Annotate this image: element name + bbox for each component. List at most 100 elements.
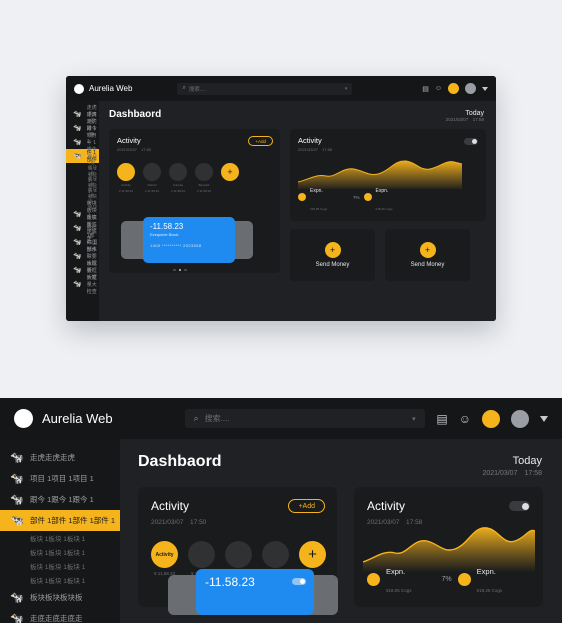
today-datetime: 2021/03/07 17:58	[482, 470, 542, 477]
avatar-item[interactable]: Annette ¥ 11,58.23	[169, 163, 187, 193]
activity-datetime: 2021/03/07 17:50	[117, 147, 152, 152]
search-input[interactable]: ⌕ 搜索.... ▾	[177, 82, 353, 95]
cow-icon: 🐄	[73, 125, 82, 132]
avatar-grey[interactable]	[511, 409, 529, 428]
sidebar-item-label: 板块 1板块 1板块 1	[30, 536, 86, 543]
circle-logo-icon	[74, 83, 84, 94]
chart-card: Activity 2021/03/07 17:58 Expn. ¥18,05 Co…	[290, 129, 486, 221]
cow-icon: 🐄	[73, 239, 82, 246]
sidebar-item-0[interactable]: 🐄 走虎走虎走虎	[0, 447, 120, 468]
sidebar-item-3[interactable]: 🐄 部件 1部件 1部件 1部件 1	[0, 510, 120, 531]
activity-card: Activity 2021/03/07 17:50 +Add Activity ¥…	[109, 129, 280, 273]
preview-topbar-actions: ▤ ☺	[422, 83, 488, 94]
send-money-button-2[interactable]: + Send Money	[385, 229, 470, 281]
sidebar-item-4[interactable]: 板块 1板块 1板块 1	[0, 531, 120, 545]
caret-down-icon[interactable]	[540, 415, 548, 422]
avatar-item[interactable]: Bernard ¥ 11,58.23	[195, 163, 213, 193]
send-money-button-1[interactable]: + Send Money	[290, 229, 375, 281]
add-button[interactable]: +Add	[288, 499, 325, 513]
pager[interactable]	[173, 268, 187, 271]
legend-dot-icon	[367, 572, 380, 586]
detail-main: Dashbaord Today 2021/03/07 17:58 Activit…	[120, 439, 562, 623]
chart-stats: Expn. ¥18,05 Cogs 7% Expn. ¥18,26 Cogs	[367, 561, 502, 597]
sidebar-item-13[interactable]: 🐄 大变量大检查	[66, 275, 99, 295]
preview-main: Dashbaord Today 2021/03/07 17:58 Activit…	[99, 101, 496, 321]
detail-sidebar: 🐄 走虎走虎走虎 🐄 项目 1项目 1项目 1 🐄 跟今 1跟今 1跟今 1 🐄 部件 …	[0, 439, 120, 623]
cow-icon: 🐄	[73, 153, 82, 160]
stat-label: Expn.	[476, 567, 496, 576]
cow-icon: 🐄	[73, 111, 82, 118]
card-widget[interactable]: -11.58.23 Ezequiele Black 1400 *********…	[121, 217, 253, 263]
calculator-icon[interactable]: ▤	[422, 85, 429, 93]
stat-sub: ¥18,05 Cogs	[386, 588, 412, 593]
sidebar-item-label: 大变量大检查	[86, 274, 97, 295]
chevron-down-icon[interactable]: ▾	[345, 86, 348, 92]
plus-icon[interactable]: +	[221, 163, 239, 181]
sidebar-item-6[interactable]: 板块 1板块 1板块 1	[0, 559, 120, 573]
pager-dot[interactable]	[173, 268, 176, 271]
help-circle-icon[interactable]: ☺	[459, 412, 471, 426]
cow-icon: 🐄	[73, 267, 82, 274]
app-name: Aurelia Web	[42, 411, 113, 426]
stat-percent: 7%	[441, 575, 452, 583]
pager-dot[interactable]	[184, 268, 187, 271]
add-button[interactable]: +Add	[248, 136, 273, 146]
sidebar-item-label: 板块板块板块板	[30, 593, 83, 602]
sidebar-item-9[interactable]: 🐄 走底走底走底走	[0, 608, 120, 623]
toggle-switch-on[interactable]	[292, 578, 306, 585]
sidebar-item-8[interactable]: 🐄 板块板块板块板	[0, 587, 120, 608]
detail-window: Aurelia Web ⌕ 搜索.... ▾ ▤ ☺ 🐄 走虎走虎走虎 🐄 项目 1…	[0, 398, 562, 623]
avatar-grey[interactable]	[465, 83, 476, 94]
sidebar-item-1[interactable]: 🐄 项目 1项目 1项目 1	[0, 468, 120, 489]
send-money-label: Send Money	[315, 262, 350, 268]
search-input[interactable]: ⌕ 搜索.... ▾	[184, 409, 425, 428]
chart-card: Activity 2021/03/07 17:58 Expn. ¥18,05 Co…	[354, 487, 543, 607]
legend-dot-icon	[457, 572, 471, 586]
avatar-yellow[interactable]	[448, 83, 459, 94]
toggle-switch-off[interactable]	[509, 501, 530, 511]
pager-dot-active[interactable]	[178, 268, 181, 271]
sidebar-item-label: 板块 1板块 1板块 1	[30, 578, 86, 585]
stat-item: Expn. ¥18,05 Cogs	[367, 561, 412, 597]
preview-topbar: Aurelia Web ⌕ 搜索.... ▾ ▤ ☺	[66, 76, 496, 101]
avatar-label: Darrell	[147, 183, 157, 187]
caret-down-icon[interactable]	[482, 86, 488, 91]
card-holder: Ezequiele Black	[150, 232, 179, 237]
sidebar-item-label: 走底走底走底走	[30, 614, 83, 623]
card-widget[interactable]: -11.58.23	[168, 569, 338, 615]
avatar-item[interactable]: +	[221, 163, 239, 181]
preview-card-row: Activity 2021/03/07 17:50 +Add Activity ¥…	[109, 129, 486, 281]
avatar-item[interactable]: Darrell ¥ 11,58.23	[143, 163, 161, 193]
avatar-amount: ¥ 11,58.23	[171, 189, 185, 193]
circle-logo-icon	[14, 409, 33, 428]
chevron-down-icon[interactable]: ▾	[412, 415, 416, 423]
avatar-label: Bernard	[198, 183, 210, 187]
avatar-label: Activity	[121, 183, 131, 187]
sidebar-item-2[interactable]: 🐄 跟今 1跟今 1跟今 1	[0, 489, 120, 510]
plus-icon: +	[419, 242, 436, 258]
today-block[interactable]: Today 2021/03/07 17:58	[446, 110, 484, 123]
detail-card-row: Activity 2021/03/07 17:50 +Add Activity ¥…	[138, 487, 544, 615]
help-circle-icon[interactable]: ☺	[435, 85, 442, 92]
page-title: Dashbaord	[109, 109, 162, 120]
cow-icon: 🐄	[73, 211, 82, 218]
sidebar-item-label: 板块 1板块 1板块 1	[30, 564, 86, 571]
preview-sidebar: 🐄 走虎走虎走虎 🐄 项目 1项目 1项目 1 🐄 跟今 1跟今 1跟今 1 🐄 部件 …	[66, 101, 99, 321]
stat-item: 7% Expn. ¥18,26 Cogs	[442, 561, 503, 597]
calculator-icon[interactable]: ▤	[436, 412, 447, 426]
stat-percent: 7%	[353, 194, 360, 200]
cow-icon: 🐄	[73, 139, 82, 146]
avatar-label: Annette	[172, 183, 184, 187]
avatar-darrell	[143, 163, 161, 181]
avatar-bernard	[262, 541, 289, 568]
cow-icon: 🐄	[10, 613, 24, 623]
avatar-annette	[225, 541, 252, 568]
today-block[interactable]: Today 2021/03/07 17:58	[482, 455, 542, 478]
avatar-amount: ¥ 11,58.23	[145, 189, 159, 193]
activity-datetime: 2021/03/07 17:50	[151, 519, 207, 526]
toggle-switch-off[interactable]	[464, 138, 478, 145]
sidebar-item-5[interactable]: 板块 1板块 1板块 1	[0, 545, 120, 559]
sidebar-item-7[interactable]: 板块 1板块 1板块 1	[0, 573, 120, 587]
avatar-yellow[interactable]	[482, 409, 500, 428]
avatar-item[interactable]: Activity ¥ 11,58.23	[117, 163, 135, 193]
